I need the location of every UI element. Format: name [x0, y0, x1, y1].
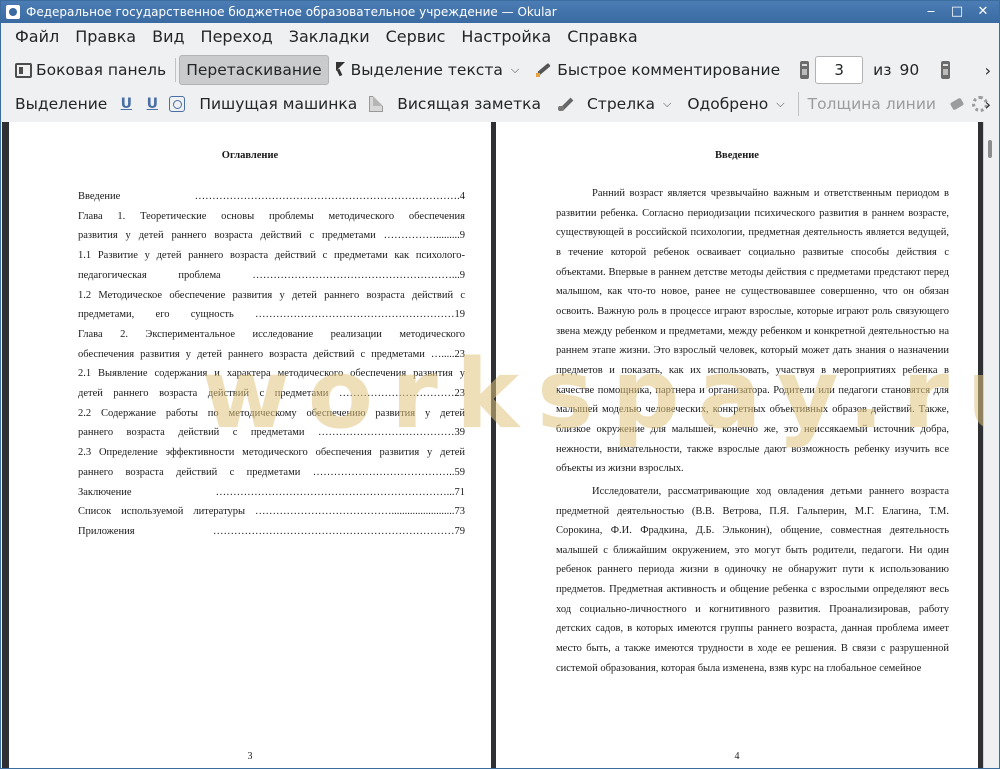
section-heading: Введение [715, 150, 759, 161]
body-text: Ранний возраст является чрезвычайно важн… [556, 184, 949, 681]
menu-file[interactable]: Файл [7, 23, 67, 51]
toolbar-separator [175, 58, 177, 82]
toc-line[interactable]: Глава 1. Теоретические основы проблемы м… [78, 207, 465, 227]
text-selection-tool-button[interactable]: Выделение текста ⌵ [329, 55, 530, 85]
document-view[interactable]: Оглавление Введение ……………………………………………………… [2, 122, 983, 768]
arrow-tool-label: Стрелка [586, 95, 655, 113]
text-selection-tool-label: Выделение текста [350, 61, 503, 79]
toc-line[interactable]: Глава 2. Экспериментальное исследование … [78, 325, 465, 345]
menu-settings[interactable]: Настройка [453, 23, 559, 51]
toolbar-overflow-icon[interactable]: › [985, 61, 991, 80]
quick-annotation-button[interactable]: Быстрое комментирование [529, 55, 786, 85]
menu-tools[interactable]: Сервис [378, 23, 454, 51]
next-page-icon[interactable] [941, 61, 951, 79]
menu-edit[interactable]: Правка [67, 23, 144, 51]
toc-line[interactable]: 1.1 Развитие у детей раннего возраста де… [78, 246, 465, 266]
toc-line[interactable]: Список используемой литературы ………………………… [78, 502, 465, 522]
chevron-down-icon[interactable]: ⌵ [772, 97, 788, 111]
highlight-tool-label: Выделение [15, 95, 108, 113]
toc-line[interactable]: детей раннего возраста действий с предме… [78, 384, 465, 404]
page-number-input[interactable]: 3 [815, 56, 864, 84]
annotation-toolbar: Выделение U U Пишущая машинка Висящая за… [1, 87, 999, 121]
maximize-icon[interactable]: □ [949, 1, 965, 23]
toc-heading: Оглавление [221, 150, 279, 161]
stamp-select-label: Одобрено [687, 95, 769, 113]
typewriter-tool-button[interactable]: Пишущая машинка [193, 89, 363, 119]
toolbar-overflow-icon[interactable]: › [985, 95, 991, 114]
menu-bar: Файл Правка Вид Переход Закладки Сервис … [1, 23, 999, 51]
typewriter-tool-label: Пишущая машинка [199, 95, 358, 113]
eraser-icon[interactable] [948, 96, 966, 112]
toc-line[interactable]: 2.2 Содержание работы по методическому о… [78, 404, 465, 424]
highlight-tool-button[interactable]: Выделение [9, 89, 113, 119]
menu-bookmarks[interactable]: Закладки [281, 23, 378, 51]
toc-line[interactable]: раннего возраста действий с предметами …… [78, 423, 465, 443]
toc-line[interactable]: предметами, его сущность ………………………………………… [78, 305, 465, 325]
quick-annotation-icon [535, 62, 553, 78]
sidebar-icon [15, 62, 32, 78]
cursor-arrow-icon [335, 62, 347, 78]
toc-line[interactable]: 2.3 Определение эффективности методическ… [78, 443, 465, 463]
okular-app-icon [6, 5, 20, 19]
minimize-icon[interactable]: ‒ [923, 1, 939, 23]
menu-view[interactable]: Вид [144, 23, 192, 51]
toc-line[interactable]: развития у детей раннего возраста действ… [78, 226, 465, 246]
page-3: Оглавление Введение ……………………………………………………… [9, 122, 491, 768]
toc-line[interactable]: 1.2 Методическое обеспечение развития у … [78, 286, 465, 306]
paragraph: Исследователи, рассматривающие ход овлад… [556, 485, 949, 674]
total-pages-label: 90 [899, 61, 920, 79]
chevron-down-icon[interactable]: ⌵ [507, 63, 523, 77]
vertical-scrollbar[interactable] [983, 122, 999, 768]
underline-icon[interactable]: U [119, 96, 133, 112]
toc-line[interactable]: 2.1 Выявление содержания и характера мет… [78, 364, 465, 384]
page-number: 3 [247, 751, 253, 762]
page-4: Введение Ранний возраст является чрезвыч… [496, 122, 978, 768]
chevron-down-icon[interactable]: ⌵ [659, 97, 675, 111]
window-controls: ‒ □ ✕ [923, 1, 991, 23]
table-of-contents: Введение ………………………………………………………………….4 Гла… [78, 187, 465, 542]
main-toolbar: Боковая панель Перетаскивание Выделение … [1, 53, 999, 87]
toolbar-separator [797, 92, 799, 116]
okular-window: Федеральное государственное бюджетное об… [0, 0, 1000, 769]
title-bar[interactable]: Федеральное государственное бюджетное об… [1, 1, 999, 23]
note-icon [369, 96, 384, 112]
scrollbar-thumb[interactable] [988, 140, 992, 158]
toc-line[interactable]: раннего возраста действий с предметами …… [78, 463, 465, 483]
arrow-tool-button[interactable]: Стрелка ⌵ [551, 89, 681, 119]
line-width-label: Толщина линии [807, 95, 936, 113]
quick-annotation-label: Быстрое комментирование [557, 61, 781, 79]
previous-page-icon[interactable] [800, 61, 810, 79]
sidebar-toggle-button[interactable]: Боковая панель [9, 55, 172, 85]
stamp-select-button[interactable]: Одобрено ⌵ [681, 89, 794, 119]
popup-note-button[interactable]: Висящая заметка [363, 89, 547, 119]
stamp-tool-icon[interactable] [169, 96, 186, 112]
window-title: Федеральное государственное бюджетное об… [26, 5, 557, 19]
line-width-button[interactable]: Толщина линии [802, 89, 942, 119]
page-number: 4 [734, 751, 740, 762]
browse-tool-button[interactable]: Перетаскивание [179, 55, 329, 85]
page-of-label: из [873, 61, 892, 79]
browse-tool-label: Перетаскивание [186, 61, 322, 79]
toc-line[interactable]: Введение ………………………………………………………………….4 [78, 187, 465, 207]
menu-help[interactable]: Справка [559, 23, 646, 51]
sidebar-toggle-label: Боковая панель [36, 61, 167, 79]
brush-icon [557, 96, 575, 112]
paragraph: Ранний возраст является чрезвычайно важн… [556, 188, 949, 475]
squiggly-underline-icon[interactable]: U [145, 96, 159, 112]
menu-go[interactable]: Переход [193, 23, 281, 51]
toc-line[interactable]: обеспечения развития у детей раннего воз… [78, 345, 465, 365]
toc-line[interactable]: Заключение …………………………………………………………...71 [78, 483, 465, 503]
toc-line[interactable]: Приложения ……………………………………………………………79 [78, 522, 465, 542]
close-icon[interactable]: ✕ [975, 1, 991, 23]
toc-line[interactable]: педагогическая проблема …………………………………………… [78, 266, 465, 286]
popup-note-label: Висящая заметка [397, 95, 541, 113]
